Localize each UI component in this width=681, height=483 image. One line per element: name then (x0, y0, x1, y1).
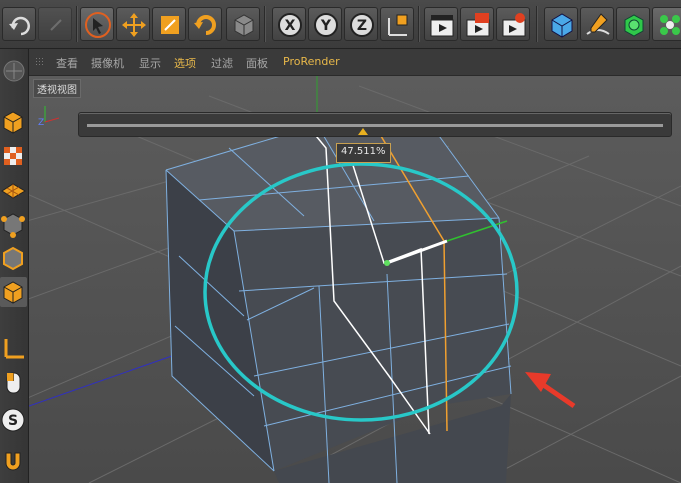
cube-primitive-icon (551, 13, 573, 38)
subdivision-button[interactable] (616, 7, 650, 41)
z-axis-button[interactable]: Z (344, 7, 378, 41)
slider-track[interactable] (87, 124, 663, 127)
magnet-icon (5, 452, 21, 471)
polygons-mode-button[interactable] (0, 277, 27, 307)
render-settings-icon (502, 13, 526, 37)
polygons-mode-icon (3, 281, 23, 304)
edges-mode-button[interactable] (0, 243, 27, 273)
main-toolbar: X Y Z (0, 0, 681, 49)
toolbar-separator (76, 6, 78, 42)
make-editable-button[interactable] (0, 107, 27, 137)
rotate-tool-button[interactable] (188, 7, 222, 41)
render-picture-viewer-icon (466, 13, 490, 37)
menu-prorender[interactable]: ProRender (283, 55, 340, 68)
axis-mode-icon (4, 339, 24, 359)
left-toolbar: S (0, 49, 29, 483)
select-tool-button[interactable] (80, 7, 114, 41)
render-view-button[interactable] (424, 7, 458, 41)
loop-percent-label: 47.511% (336, 143, 391, 163)
toolbar-separator (264, 6, 266, 42)
pen-spline-icon (586, 13, 610, 35)
move-tool-button[interactable] (116, 7, 150, 41)
cloner-icon (660, 15, 680, 35)
svg-text:Z: Z (38, 118, 44, 128)
scale-tool-button[interactable] (152, 7, 186, 41)
texture-mode-icon (4, 147, 22, 165)
svg-text:S: S (8, 413, 18, 429)
object-icon (234, 14, 254, 37)
axis-gizmo: Z (38, 106, 60, 128)
loop-cut-slider[interactable] (78, 112, 672, 137)
snap-button[interactable]: S (0, 405, 27, 435)
z-axis-icon: Z (350, 13, 374, 37)
tweak-mode-button[interactable] (0, 367, 27, 397)
move-icon (122, 13, 146, 37)
svg-text:Y: Y (320, 18, 332, 34)
tweak-mode-icon (6, 372, 21, 394)
toolbar-separator (418, 6, 420, 42)
workplane-button[interactable] (0, 175, 27, 205)
pen-spline-button[interactable] (580, 7, 614, 41)
snap-icon: S (1, 408, 25, 432)
workplane-icon (1, 183, 26, 199)
rotate-icon (194, 15, 216, 35)
axis-mode-button[interactable] (0, 333, 27, 363)
menu-grip-icon[interactable] (35, 57, 45, 67)
x-axis-button[interactable]: X (272, 7, 306, 41)
slider-handle-marker[interactable] (358, 128, 368, 135)
coordinate-system-button[interactable] (380, 7, 414, 41)
viewport-menu-bar: 查看 摄像机 显示 选项 过滤 面板 ProRender (29, 49, 681, 76)
menu-view[interactable]: 查看 (56, 55, 78, 71)
menu-options[interactable]: 选项 (174, 55, 196, 71)
redo-button[interactable] (38, 7, 72, 41)
points-mode-button[interactable] (0, 209, 27, 239)
red-arrow (525, 372, 576, 409)
edges-mode-icon (3, 246, 23, 271)
menu-display[interactable]: 显示 (139, 55, 161, 71)
render-picture-viewer-button[interactable] (460, 7, 494, 41)
cube-primitive-button[interactable] (544, 7, 578, 41)
undo-icon (9, 16, 30, 36)
viewport-title: 透视视图 (33, 79, 81, 98)
left-toolbar-top-icon (3, 60, 25, 82)
cloner-button[interactable] (652, 7, 681, 41)
render-view-icon (430, 15, 454, 37)
x-axis-icon: X (278, 13, 302, 37)
texture-mode-button[interactable] (0, 141, 27, 171)
redo-icon (50, 19, 62, 31)
select-icon (85, 12, 111, 38)
menu-panel[interactable]: 面板 (246, 55, 268, 71)
svg-text:Z: Z (357, 18, 367, 34)
active-point (384, 260, 390, 266)
coordinate-system-icon (388, 14, 408, 36)
object-button[interactable] (226, 7, 260, 41)
magnet-button[interactable] (0, 445, 27, 475)
menu-filter[interactable]: 过滤 (211, 55, 233, 71)
svg-text:X: X (285, 18, 296, 34)
undo-button[interactable] (2, 7, 36, 41)
render-settings-button[interactable] (496, 7, 530, 41)
y-axis-button[interactable]: Y (308, 7, 342, 41)
y-axis-icon: Y (314, 13, 338, 37)
viewport-scene: Z (29, 76, 681, 483)
toolbar-separator (536, 6, 538, 42)
scale-icon (161, 16, 179, 34)
perspective-viewport[interactable]: Z 透视视图 47.511% (29, 76, 681, 483)
make-editable-icon (3, 111, 23, 134)
menu-camera[interactable]: 摄像机 (91, 55, 124, 71)
points-mode-icon (1, 213, 25, 238)
subdivision-icon (624, 14, 644, 37)
